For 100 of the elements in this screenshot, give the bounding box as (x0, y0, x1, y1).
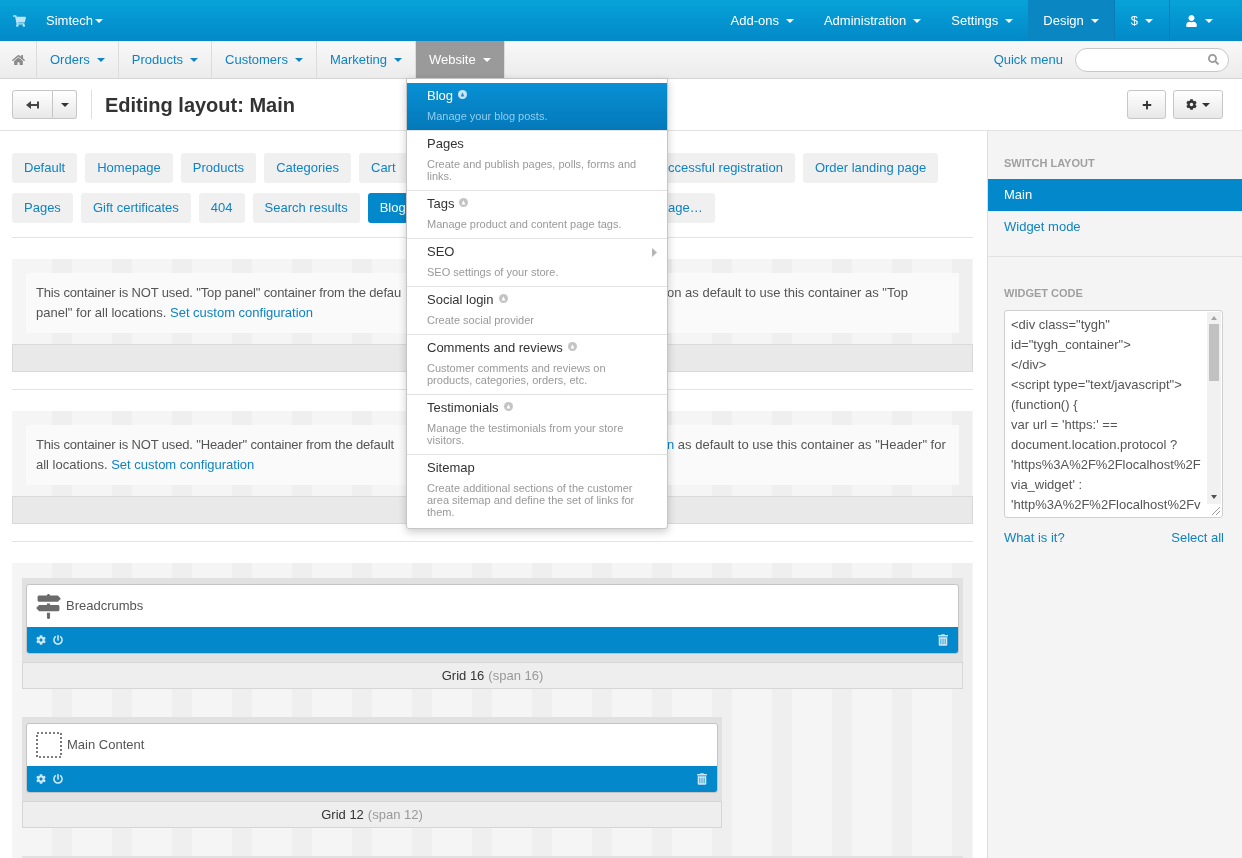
menu-item-title: SEO (427, 244, 455, 260)
trash-icon[interactable] (697, 773, 707, 785)
settings-icon[interactable] (36, 774, 46, 784)
caret-icon (1005, 18, 1014, 23)
menu-item-title: Sitemap (427, 460, 475, 476)
caret-icon (1202, 102, 1210, 107)
caret-icon (913, 18, 922, 23)
menu-item-title: Blog (427, 88, 454, 104)
store-menu[interactable]: Simtech (46, 0, 103, 41)
layout-tab[interactable]: Homepage (85, 153, 173, 183)
back-options-button[interactable] (53, 90, 77, 119)
search-icon (1208, 54, 1219, 65)
home-icon (11, 53, 25, 66)
settings-button[interactable] (1173, 90, 1223, 119)
arrow-left-icon (25, 100, 40, 109)
trash-icon[interactable] (938, 634, 948, 646)
menu-item-title: Comments and reviews (427, 340, 563, 356)
sidebar-heading: SWITCH LAYOUT (1003, 156, 1096, 171)
user-icon (1185, 14, 1197, 27)
select-all-link[interactable]: Select all (1171, 530, 1224, 546)
layout-tab[interactable]: Cart (359, 153, 406, 183)
menu-item-description: SEO settings of your store. (427, 266, 560, 278)
caret-icon (294, 57, 303, 62)
menu-item-description: Create additional sections of the customer area sitemap and define the set of links for them. (427, 482, 636, 518)
plus-icon (1141, 99, 1152, 110)
notice-text: panel" for all locations. Set custom configuration (36, 304, 314, 322)
dropdown-menu-item[interactable]: Pages Create and publish pages, polls, forms and links. (407, 130, 667, 190)
notice-text: n as default to use this container as "Header" for (667, 436, 946, 454)
block-title: Breadcrumbs (66, 597, 144, 616)
layout-tab[interactable]: Blog (367, 193, 406, 223)
nav-menu-item[interactable]: Products (118, 41, 213, 78)
search-field[interactable] (1075, 47, 1229, 72)
dropdown-menu-item[interactable]: Comments and reviews Customer comments and reviews on products, categories, orders, etc. (407, 334, 667, 394)
layout-tab[interactable]: ccessful registration (667, 153, 795, 183)
layout-tab[interactable]: age… (667, 193, 715, 223)
menu-item-description: Manage product and content page tags. (427, 218, 623, 230)
caret-icon (394, 57, 402, 62)
top-menu-item[interactable]: Design (1028, 0, 1114, 41)
caret-icon (1204, 18, 1213, 23)
caret-icon (482, 57, 491, 62)
power-icon[interactable] (53, 774, 63, 784)
grid-span: (span 16) (488, 666, 544, 685)
layout-tab[interactable]: Categories (264, 153, 351, 183)
dropdown-menu-item[interactable]: Tags Manage product and content page tags. (407, 190, 667, 238)
gear-icon (1186, 99, 1197, 110)
caret-icon (785, 18, 794, 23)
menu-item-description: Create and publish pages, polls, forms and links. (427, 158, 638, 182)
dropdown-menu-item[interactable]: Social login Create social provider (407, 286, 667, 334)
quick-menu-link[interactable]: Quick menu (993, 49, 1063, 70)
layout-switch-item[interactable]: Widget mode (988, 211, 1242, 243)
signpost-icon (36, 593, 61, 619)
settings-icon[interactable] (36, 635, 46, 645)
layout-tab[interactable]: Gift certificates (80, 193, 191, 223)
grid-name: Grid 16 (441, 666, 485, 685)
layout-tab[interactable]: Default (12, 153, 78, 183)
caret-icon (60, 102, 69, 107)
scrollbar[interactable] (1207, 312, 1221, 504)
notice-text: This container is NOT used. "Header" container from the default (36, 436, 394, 454)
dropdown-menu-item[interactable]: Blog Manage your blog posts. (407, 83, 667, 130)
notice-text: on as default to use this container as "Top (667, 284, 908, 302)
nav-menu-item[interactable]: Orders (37, 41, 119, 78)
top-menu-item[interactable]: Add-ons (715, 0, 809, 41)
set-custom-configuration-link[interactable]: Set custom configuration (170, 305, 314, 320)
layout-tab[interactable]: Search results (252, 193, 360, 223)
sidebar-heading: WIDGET CODE (1003, 286, 1084, 301)
menu-item-description: Manage the testimonials from your store visitors. (427, 422, 625, 446)
dropdown-menu-item[interactable]: Sitemap Create additional sections of the customer area sitemap and define the set of links for them. (407, 454, 667, 526)
what-is-it-link[interactable]: What is it? (1004, 530, 1065, 546)
layout-tab[interactable]: 404 (198, 193, 245, 223)
layout-switch-item[interactable]: Main (988, 179, 1242, 211)
set-custom-configuration-link[interactable]: Set custom configuration (111, 457, 255, 472)
top-menu-item[interactable]: Administration (808, 0, 937, 41)
dropdown-menu-item[interactable]: SEO SEO settings of your store. (407, 238, 667, 286)
layout-tab[interactable]: Order landing page (802, 153, 939, 183)
cart-icon[interactable] (13, 14, 26, 27)
layout-tab[interactable]: Products (180, 153, 257, 183)
menu-item-description: Manage your blog posts. (427, 110, 549, 122)
location-link[interactable]: n (667, 437, 675, 452)
caret-icon (190, 57, 199, 62)
add-button[interactable] (1127, 90, 1166, 119)
nav-menu-item[interactable]: Customers (212, 41, 317, 78)
nav-menu-item[interactable]: Website (416, 41, 505, 78)
back-button[interactable] (12, 90, 53, 119)
layout-tab[interactable]: Pages (12, 193, 73, 223)
menu-item-title: Social login (427, 292, 494, 308)
dropdown-menu-item[interactable]: Testimonials Manage the testimonials from your store visitors. (407, 394, 667, 454)
caret-icon (1090, 18, 1099, 23)
caret-icon (96, 57, 105, 62)
menu-item-title: Testimonials (427, 400, 499, 416)
code-text: <div class="tygh" id="tygh_container"> </div> <script type="text/javascript"> (function() { var url = 'https:' == document.location.protocol ? 'https%3A%2F%2Flocalhost%2F via_widget' : 'http%3A%2F%2Flocalhost%2Fv (1010, 316, 1201, 514)
power-icon[interactable] (53, 635, 63, 645)
page-title: Editing layout: Main (105, 92, 295, 118)
menu-item-title: Pages (427, 136, 464, 152)
grid-name: Grid 12 (321, 805, 364, 824)
widget-code-field[interactable] (1004, 310, 1223, 518)
notice-text: all locations. Set custom configuration (36, 456, 255, 474)
notice-text: This container is NOT used. "Top panel" container from the defau (36, 284, 402, 302)
menu-item-title: Tags (427, 196, 455, 212)
resize-grip-icon[interactable] (1211, 506, 1220, 515)
top-menu-item[interactable]: Settings (936, 0, 1029, 41)
